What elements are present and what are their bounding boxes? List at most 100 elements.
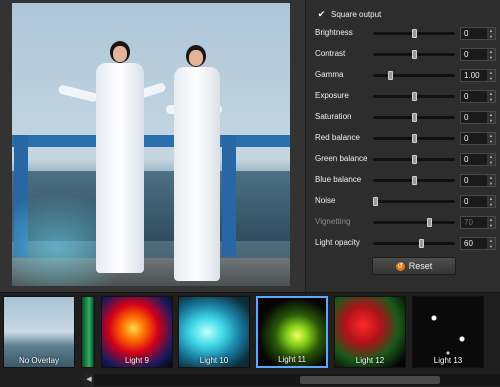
overlay-thumbnail[interactable]: Light 13 [412,296,484,368]
overlay-label: Light 9 [124,356,150,365]
overlay-thumbnail[interactable]: Light 9 [101,296,173,368]
slider-thumb[interactable] [411,29,417,38]
slider-thumb[interactable] [411,176,417,185]
control-value: 70 [464,218,473,227]
control-row: Vignetting 70 ▲ ▼ [315,216,497,230]
control-row: Saturation 0 ▲ ▼ [315,111,497,125]
control-slider[interactable] [373,239,455,248]
slider-thumb[interactable] [411,134,417,143]
spin-down-icon[interactable]: ▼ [487,201,495,207]
spin-down-icon[interactable]: ▼ [487,117,495,123]
control-label: Blue balance [315,175,362,184]
spin-down-icon[interactable]: ▼ [487,54,495,60]
photo-railing-post [222,135,236,257]
control-label: Noise [315,196,336,205]
control-row: Blue balance 0 ▲ ▼ [315,174,497,188]
control-value-field[interactable]: 0 ▲ ▼ [460,132,496,145]
control-label: Exposure [315,91,349,100]
control-row: Green balance 0 ▲ ▼ [315,153,497,167]
control-label: Red balance [315,133,360,142]
control-row: Exposure 0 ▲ ▼ [315,90,497,104]
control-slider[interactable] [373,197,455,206]
slider-thumb[interactable] [411,113,417,122]
control-slider[interactable] [373,155,455,164]
control-value-field[interactable]: 0 ▲ ▼ [460,111,496,124]
control-label: Vignetting [315,217,351,226]
photo-railing [12,135,290,147]
overlay-label: Light 11 [278,355,306,364]
spin-down-icon[interactable]: ▼ [487,243,495,249]
control-label: Light opacity [315,238,360,247]
preview-photo [12,3,290,286]
control-value-field[interactable]: 1.00 ▲ ▼ [460,69,496,82]
control-slider[interactable] [373,92,455,101]
control-label: Green balance [315,154,368,163]
control-slider[interactable] [373,134,455,143]
control-row: Brightness 0 ▲ ▼ [315,27,497,41]
control-label: Contrast [315,49,346,58]
control-value: 60 [464,239,473,248]
control-value-field[interactable]: 60 ▲ ▼ [460,237,496,250]
control-value-field[interactable]: 0 ▲ ▼ [460,153,496,166]
control-value-field[interactable]: 0 ▲ ▼ [460,174,496,187]
control-value-field[interactable]: 70 ▲ ▼ [460,216,496,229]
overlay-scrollbar[interactable]: ◀ [84,374,500,386]
control-value: 0 [464,92,469,101]
overlay-thumbnail[interactable] [81,296,95,368]
control-row: Gamma 1.00 ▲ ▼ [315,69,497,83]
scrollbar-thumb[interactable] [300,376,440,384]
square-output-label: Square output [331,10,382,19]
square-output-option[interactable]: ✔ Square output [316,9,382,20]
control-slider[interactable] [373,218,455,227]
control-slider[interactable] [373,50,455,59]
spin-down-icon[interactable]: ▼ [487,138,495,144]
slider-thumb[interactable] [411,92,417,101]
overlay-label: No Overlay [18,356,59,365]
slider-thumb[interactable] [373,197,378,206]
control-label: Saturation [315,112,352,121]
control-slider[interactable] [373,29,455,38]
preview-area [0,0,305,292]
control-value: 0 [464,50,469,59]
overlay-label: Light 12 [355,356,385,365]
overlay-label: Light 10 [199,356,229,365]
spin-down-icon[interactable]: ▼ [487,222,495,228]
reset-button[interactable]: ↺ Reset [372,257,456,275]
overlay-label: Light 13 [433,356,463,365]
checkmark-icon[interactable]: ✔ [316,9,327,20]
slider-thumb[interactable] [426,218,432,227]
control-label: Gamma [315,70,344,79]
spin-down-icon[interactable]: ▼ [487,180,495,186]
control-row: Contrast 0 ▲ ▼ [315,48,497,62]
control-label: Brightness [315,28,353,37]
spin-down-icon[interactable]: ▼ [487,96,495,102]
slider-thumb[interactable] [411,155,417,164]
slider-thumb[interactable] [419,239,425,248]
overlay-thumbnail[interactable]: Light 12 [334,296,406,368]
scroll-left-icon[interactable]: ◀ [84,374,94,386]
control-value-field[interactable]: 0 ▲ ▼ [460,48,496,61]
control-row: Light opacity 60 ▲ ▼ [315,237,497,251]
overlay-thumbnail[interactable]: Light 10 [178,296,250,368]
spin-down-icon[interactable]: ▼ [487,159,495,165]
control-value: 0 [464,197,469,206]
spin-down-icon[interactable]: ▼ [487,75,495,81]
control-value: 0 [464,134,469,143]
control-value-field[interactable]: 0 ▲ ▼ [460,27,496,40]
control-row: Red balance 0 ▲ ▼ [315,132,497,146]
spin-down-icon[interactable]: ▼ [487,33,495,39]
control-value: 1.00 [464,71,480,80]
reset-icon: ↺ [395,261,405,271]
control-value-field[interactable]: 0 ▲ ▼ [460,195,496,208]
control-slider[interactable] [373,113,455,122]
slider-thumb[interactable] [411,50,417,59]
control-slider[interactable] [373,71,455,80]
control-value: 0 [464,176,469,185]
control-row: Noise 0 ▲ ▼ [315,195,497,209]
overlay-thumbnail-none[interactable]: No Overlay [3,296,75,368]
control-slider[interactable] [373,176,455,185]
control-value-field[interactable]: 0 ▲ ▼ [460,90,496,103]
slider-thumb[interactable] [388,71,394,80]
control-value: 0 [464,113,469,122]
overlay-thumbnail[interactable]: Light 11 [256,296,328,368]
